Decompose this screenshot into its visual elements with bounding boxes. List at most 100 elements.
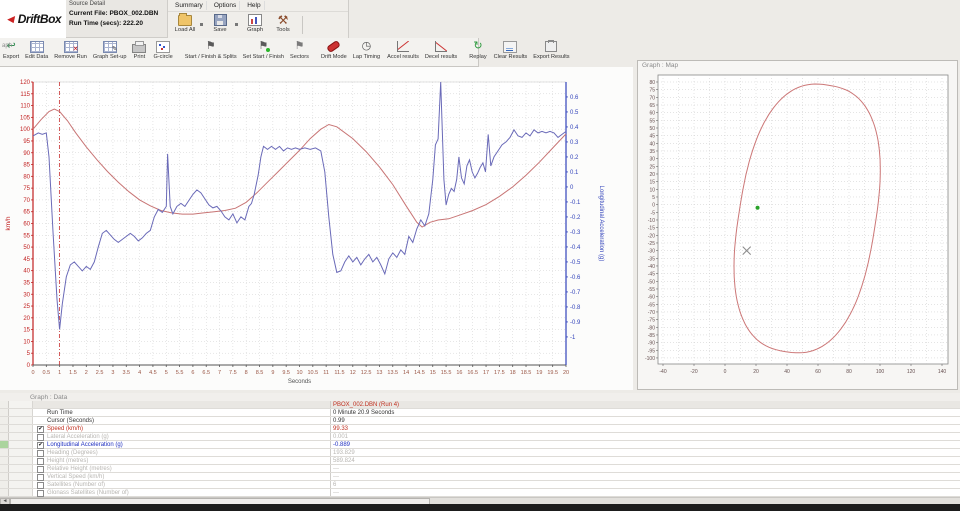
map-y-tick-label: -55 [648,287,655,293]
map-chart-svg[interactable]: 80757065605550454035302520151050-5-10-15… [638,69,955,385]
right-axis-tick-label: 0.5 [570,110,579,116]
left-axis-tick-label: 25 [23,304,30,310]
map-y-tick-label: -20 [648,233,655,239]
row-label: Glonass Satellites (Number of) [47,490,129,496]
chart-icon [248,14,262,26]
map-y-tick-label: -45 [648,272,655,278]
menu-item-help[interactable]: Help [244,1,264,10]
g-circle-button[interactable]: G-circle [150,40,175,60]
row-label: Vertical Speed (km/h) [47,474,104,480]
graph-set-up-button[interactable]: ✎Graph Set-up [90,40,130,60]
tools-button[interactable]: ⚒Tools [270,14,296,33]
right-axis-tick-label: 0 [570,185,574,191]
decel-results-button[interactable]: Decel results [422,40,460,60]
map-y-tick-label: 5 [652,195,655,201]
map-y-tick-label: -15 [648,226,655,232]
checkbox-glonass-satellites-number-of[interactable] [37,490,44,497]
row-value: 6 [333,482,336,488]
x-axis-tick-label: 14.5 [414,370,425,376]
row-value: 193.829 [333,450,355,456]
checkbox-heading-degrees[interactable] [37,450,44,457]
x-axis-tick-label: 17 [483,370,489,376]
x-axis-tick-label: 19 [536,370,542,376]
main-chart-svg[interactable]: 0510152025303540455055606570758085909510… [0,67,633,390]
left-axis-tick-label: 0 [27,363,31,369]
map-y-tick-label: -100 [645,356,655,362]
lap-timing-button[interactable]: ◷Lap Timing [350,40,383,60]
save-button[interactable]: Save [207,14,233,33]
sectors-button[interactable]: ⚑Sectors [287,40,312,60]
stopwatch-icon: ◷ [359,40,373,53]
map-y-tick-label: 60 [649,111,655,117]
set-start-finish-button[interactable]: ⚑Set Start / Finish [240,40,287,60]
decel-icon [434,40,448,53]
map-y-tick-label: -70 [648,310,655,316]
map-y-tick-label: -85 [648,333,655,339]
left-axis-tick-label: 40 [23,269,30,275]
accel-icon [396,40,410,53]
folder-icon [178,14,192,26]
save-dropdown[interactable] [235,23,238,26]
table-row-lateral-acceleration-g: Lateral Acceleration (g)0.001 [0,433,960,441]
x-axis-tick-label: 3.5 [122,370,130,376]
source-detail-panel: Source Detail Current File: PBOX_002.DBN… [66,0,168,38]
table-row-longitudinal-acceleration-g: ✔Longitudinal Acceleration (g)-0.889 [0,441,960,449]
checkbox-height-metres[interactable] [37,458,44,465]
map-y-tick-label: 35 [649,149,655,155]
map-y-tick-label: 70 [649,95,655,101]
map-plot-area[interactable] [658,75,948,364]
graph-button[interactable]: Graph [242,14,268,33]
load-all-button[interactable]: Load All [172,14,198,33]
data-table: Run PBOX_002.DBN (Run 4)Run Time0 Minute… [0,401,960,506]
row-value: 0.001 [333,434,348,440]
remove-run-button[interactable]: ✕Remove Run [51,40,90,60]
map-x-tick-label: 60 [815,369,821,375]
menu-item-options[interactable]: Options [211,1,240,10]
map-y-tick-label: 80 [649,80,655,86]
left-axis-tick-label: 120 [20,80,31,86]
checkbox-vertical-speed-km-h[interactable] [37,474,44,481]
table-row-cursor-seconds: Cursor (Seconds)0.99 [0,417,960,425]
load-all-dropdown[interactable] [200,23,203,26]
map-y-tick-label: 10 [649,187,655,193]
edit-data-button[interactable]: Edit Data [22,40,51,60]
replay-button[interactable]: ↻Replay [466,40,489,60]
left-axis-tick-label: 30 [23,292,30,298]
print-button[interactable]: Print [129,40,149,60]
menu-item-summary[interactable]: Summary [172,1,207,10]
right-axis-tick-label: -0.2 [570,215,581,221]
left-axis-tick-label: 10 [23,339,30,345]
map-y-tick-label: -75 [648,318,655,324]
edit-data-icon [30,40,44,53]
checkbox-longitudinal-acceleration-g[interactable]: ✔ [37,442,44,449]
right-axis-tick-label: -0.6 [570,275,581,281]
checkbox-speed-km-h[interactable]: ✔ [37,426,44,433]
x-axis-tick-label: 2.5 [96,370,104,376]
right-axis-tick-label: -0.9 [570,320,581,326]
drift-mode-button[interactable]: Drift Mode [318,40,350,60]
checkbox-satellites-number-of[interactable] [37,482,44,489]
x-axis-tick-label: 8 [245,370,248,376]
left-axis-tick-label: 50 [23,245,30,251]
x-axis-tick-label: 6 [191,370,194,376]
checkbox-relative-height-metres[interactable] [37,466,44,473]
left-axis-tick-label: 60 [23,222,30,228]
map-y-tick-label: -5 [651,210,656,216]
row-label: Relative Height (metres) [47,466,112,472]
save-label: Save [213,27,226,33]
main-toolbar: Load All Save Graph⚒Tools [168,12,348,34]
x-axis-tick-label: 8.5 [256,370,264,376]
current-position-dot [756,206,760,210]
map-y-tick-label: 25 [649,164,655,170]
checkbox-lateral-acceleration-g[interactable] [37,434,44,441]
x-axis-tick-label: 4.5 [149,370,157,376]
start-finish-splits-button[interactable]: ⚑Start / Finish & Splits [182,40,240,60]
decel-results-label: Decel results [425,54,457,60]
left-axis-tick-label: 80 [23,174,30,180]
x-axis-tick-label: 6.5 [202,370,210,376]
accel-results-button[interactable]: Accel results [384,40,422,60]
x-axis-tick-label: 20 [563,370,569,376]
export-results-button[interactable]: Export Results [530,40,572,60]
x-axis-tick-label: 15 [430,370,436,376]
clear-results-button[interactable]: Clear Results [491,40,531,60]
